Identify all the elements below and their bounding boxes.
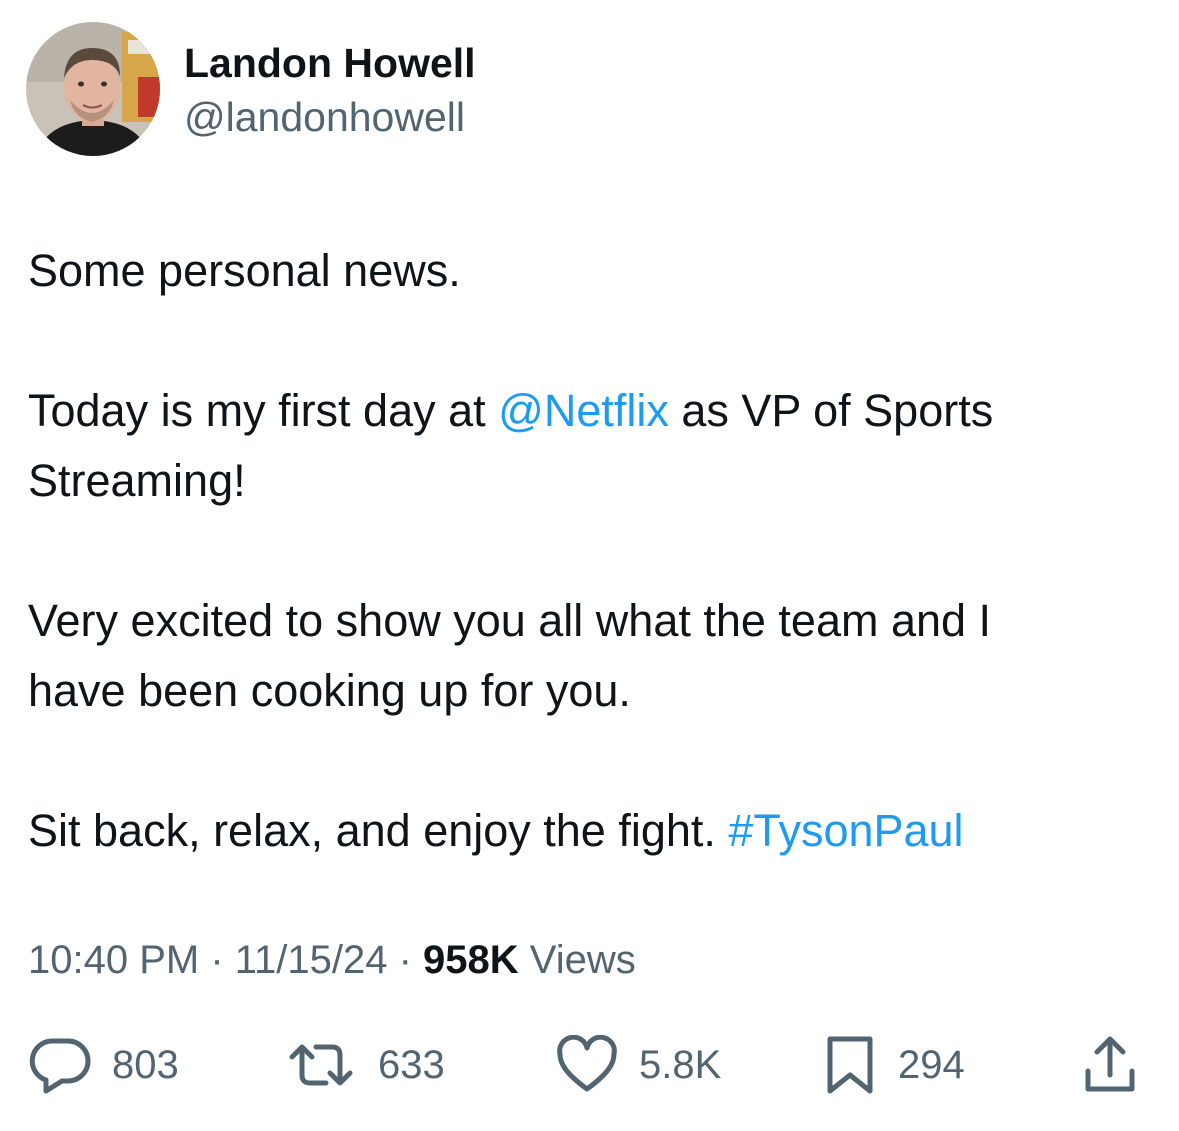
tweet-meta: 10:40 PM · 11/15/24 · 958K Views	[28, 935, 636, 985]
meta-separator: ·	[387, 938, 424, 982]
profile-photo	[26, 22, 160, 156]
heart-icon	[555, 1035, 619, 1095]
tweet-text-line: Some personal news.	[28, 245, 461, 296]
author-handle[interactable]: @landonhowell	[184, 92, 465, 142]
tweet-paragraph: Sit back, relax, and enjoy the fight. #T…	[28, 796, 1153, 866]
tweet-text-line: Today is my first day at @Netflix as VP …	[28, 376, 1153, 446]
tweet-text-line: Very excited to show you all what the te…	[28, 595, 992, 646]
like-button[interactable]: 5.8K	[555, 1030, 721, 1100]
bookmark-icon	[822, 1035, 878, 1095]
repost-icon	[284, 1035, 358, 1095]
tweet-paragraph: Today is my first day at @Netflix as VP …	[28, 376, 1153, 516]
tweet-paragraph: Some personal news.	[28, 236, 1153, 306]
netflix-mention-link[interactable]: @Netflix	[498, 385, 669, 436]
avatar[interactable]	[26, 22, 160, 156]
reply-button[interactable]: 803	[28, 1030, 179, 1100]
reply-icon	[28, 1035, 92, 1095]
repost-button[interactable]: 633	[284, 1030, 445, 1100]
views-label: Views	[518, 938, 636, 982]
bookmark-count: 294	[898, 1043, 965, 1087]
tweet-text-segment: Today is my first day at	[28, 385, 499, 436]
meta-separator: ·	[199, 938, 235, 982]
hashtag-link[interactable]: #TysonPaul	[728, 805, 963, 856]
tweet-text-line: have been cooking up for you.	[28, 665, 631, 716]
tweet-text-segment: as VP of Sports	[668, 385, 994, 436]
share-icon	[1080, 1035, 1140, 1095]
like-count: 5.8K	[639, 1043, 722, 1087]
reply-count: 803	[112, 1043, 179, 1087]
share-button[interactable]	[1080, 1030, 1140, 1100]
tweet-date[interactable]: 11/15/24	[235, 938, 388, 982]
repost-count: 633	[378, 1043, 445, 1087]
action-bar: 803 633 5.8K 294	[0, 1030, 1179, 1100]
tweet-paragraph: Very excited to show you all what the te…	[28, 586, 1153, 726]
tweet-text-segment: Sit back, relax, and enjoy the fight.	[28, 805, 729, 856]
tweet-text: Some personal news. Today is my first da…	[28, 236, 1153, 936]
views-count[interactable]: 958K	[423, 938, 519, 982]
tweet-time[interactable]: 10:40 PM	[28, 938, 199, 982]
tweet-text-line: Streaming!	[28, 455, 246, 506]
bookmark-button[interactable]: 294	[822, 1030, 965, 1100]
author-display-name[interactable]: Landon Howell	[184, 38, 476, 88]
